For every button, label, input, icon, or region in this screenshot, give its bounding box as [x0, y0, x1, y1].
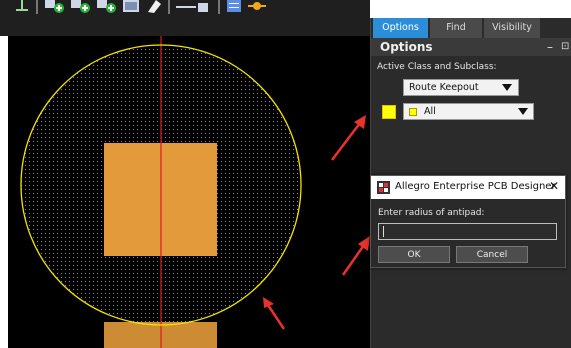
- add-keepout-icon[interactable]: [96, 0, 118, 14]
- sun-icon[interactable]: [248, 0, 266, 14]
- cancel-button[interactable]: Cancel: [456, 246, 528, 263]
- antipad-radius-dialog: Allegro Enterprise PCB Designer ✕ Enter …: [370, 175, 566, 268]
- add-via-icon[interactable]: [44, 0, 66, 14]
- close-icon[interactable]: ✕: [549, 179, 559, 193]
- pcb-drawing: [20, 36, 302, 348]
- subclass-dropdown-value: All: [424, 106, 436, 117]
- chevron-down-icon: [502, 84, 512, 91]
- pin-panel-icon[interactable]: ⊡: [561, 38, 569, 56]
- class-dropdown-value: Route Keepout: [409, 82, 479, 93]
- eraser-icon[interactable]: [146, 0, 162, 14]
- design-canvas[interactable]: [8, 36, 370, 348]
- tab-find[interactable]: Find: [430, 18, 482, 38]
- radius-prompt: Enter radius of antipad:: [378, 208, 485, 218]
- panel-header: Options – ⊡: [371, 38, 571, 56]
- annotation-arrow-middle: [341, 236, 370, 276]
- color-swatch[interactable]: [382, 105, 396, 119]
- panel-tabs: Options Find Visibility: [371, 18, 571, 38]
- toolbar: [0, 0, 370, 36]
- image-icon[interactable]: [122, 0, 140, 14]
- dialog-title: Allegro Enterprise PCB Designer: [395, 181, 556, 192]
- allegro-logo-icon: [377, 181, 390, 194]
- radius-input[interactable]: [378, 223, 557, 240]
- text-caret: [383, 226, 384, 237]
- class-dropdown[interactable]: Route Keepout: [403, 79, 519, 96]
- chevron-down-icon: [518, 108, 528, 115]
- subclass-color-chip: [409, 108, 417, 116]
- annotation-arrow-bottom: [263, 297, 286, 330]
- toolbar-separator: [218, 0, 220, 14]
- dialog-titlebar: Allegro Enterprise PCB Designer ✕: [371, 176, 565, 199]
- tab-visibility[interactable]: Visibility: [484, 18, 540, 38]
- ok-button[interactable]: OK: [378, 246, 450, 263]
- toolbar-separator: [36, 0, 38, 14]
- tab-options[interactable]: Options: [373, 18, 428, 38]
- panel-title: Options: [380, 40, 433, 54]
- minimize-icon[interactable]: –: [547, 38, 553, 56]
- add-shape-icon[interactable]: [70, 0, 92, 14]
- measure-icon[interactable]: [176, 0, 210, 14]
- active-class-label: Active Class and Subclass:: [377, 62, 497, 72]
- annotation-arrow-top: [331, 115, 366, 161]
- subclass-dropdown[interactable]: All: [403, 103, 534, 120]
- pin-icon[interactable]: [14, 0, 30, 14]
- toolbar-separator: [168, 0, 170, 14]
- table-icon[interactable]: [226, 0, 242, 14]
